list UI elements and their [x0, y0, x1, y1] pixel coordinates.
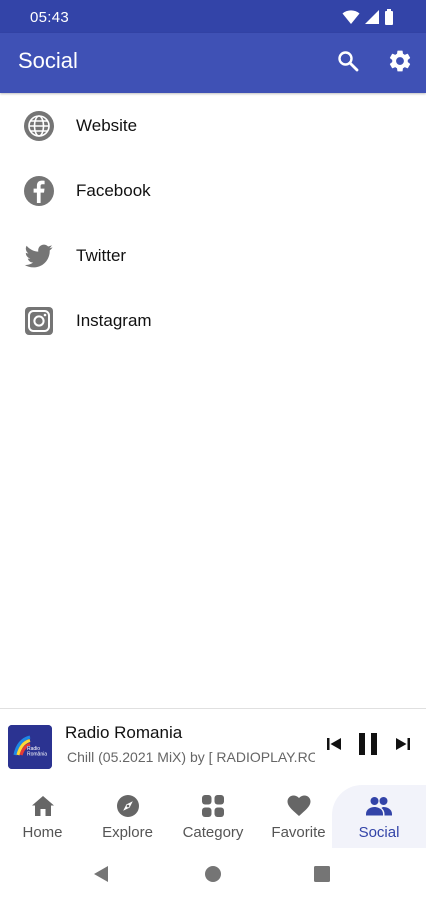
status-time: 05:43 [30, 9, 70, 26]
social-item-website[interactable]: Website [0, 93, 426, 158]
app-bar: Social [0, 33, 426, 93]
instagram-icon [23, 305, 55, 337]
nav-label: Social [358, 824, 400, 841]
nav-label: Category [182, 824, 244, 841]
social-item-label: Website [76, 115, 138, 135]
nav-tab-explore[interactable]: Explore [85, 785, 170, 848]
next-button[interactable] [391, 734, 415, 758]
nav-tab-category[interactable]: Category [170, 785, 256, 848]
page-title: Social [18, 48, 78, 73]
globe-icon [23, 110, 55, 142]
status-bar: 05:43 [0, 0, 426, 33]
social-item-facebook[interactable]: Facebook [0, 158, 426, 223]
settings-button[interactable] [386, 49, 414, 77]
pause-icon [357, 732, 379, 761]
recents-icon[interactable] [313, 865, 331, 888]
skip-next-icon [395, 736, 411, 757]
bottom-navigation: Home Explore Category Favorite Social [0, 785, 426, 848]
station-logo: Radio România [8, 725, 52, 769]
heart-icon [287, 794, 311, 818]
signal-icon [364, 9, 380, 30]
compass-icon [116, 794, 140, 818]
back-icon[interactable] [92, 865, 110, 888]
search-icon [336, 49, 360, 78]
social-item-instagram[interactable]: Instagram [0, 288, 426, 353]
nav-tab-home[interactable]: Home [0, 785, 85, 848]
battery-icon [384, 9, 394, 30]
svg-text:România: România [27, 752, 47, 758]
nav-label: Favorite [271, 824, 326, 841]
home-circle-icon[interactable] [204, 865, 222, 888]
wifi-icon [342, 9, 360, 30]
twitter-icon [23, 240, 55, 272]
facebook-icon [23, 175, 55, 207]
social-item-label: Facebook [76, 180, 151, 200]
gear-icon [387, 48, 413, 79]
nav-tab-favorite[interactable]: Favorite [256, 785, 341, 848]
people-icon [366, 794, 392, 818]
social-item-label: Twitter [76, 245, 127, 265]
social-links-list: Website Facebook Twitter Instagram [0, 93, 426, 353]
home-icon [31, 794, 55, 818]
nav-label: Explore [102, 824, 153, 841]
pause-button[interactable] [354, 732, 382, 760]
social-item-label: Instagram [76, 310, 152, 330]
nav-tab-social[interactable]: Social [332, 785, 426, 848]
skip-previous-icon [326, 736, 342, 757]
nav-label: Home [22, 824, 63, 841]
station-name: Radio Romania [65, 723, 183, 742]
status-icons [342, 9, 394, 30]
track-title: Chill (05.2021 MiX) by [ RADIOPLAY.RO ] [67, 749, 315, 765]
grid-icon [202, 794, 224, 818]
search-button[interactable] [334, 49, 362, 77]
social-item-twitter[interactable]: Twitter [0, 223, 426, 288]
previous-button[interactable] [322, 734, 346, 758]
system-navigation-bar [0, 848, 426, 900]
mini-player[interactable]: Radio România Radio Romania Chill (05.20… [0, 708, 426, 786]
